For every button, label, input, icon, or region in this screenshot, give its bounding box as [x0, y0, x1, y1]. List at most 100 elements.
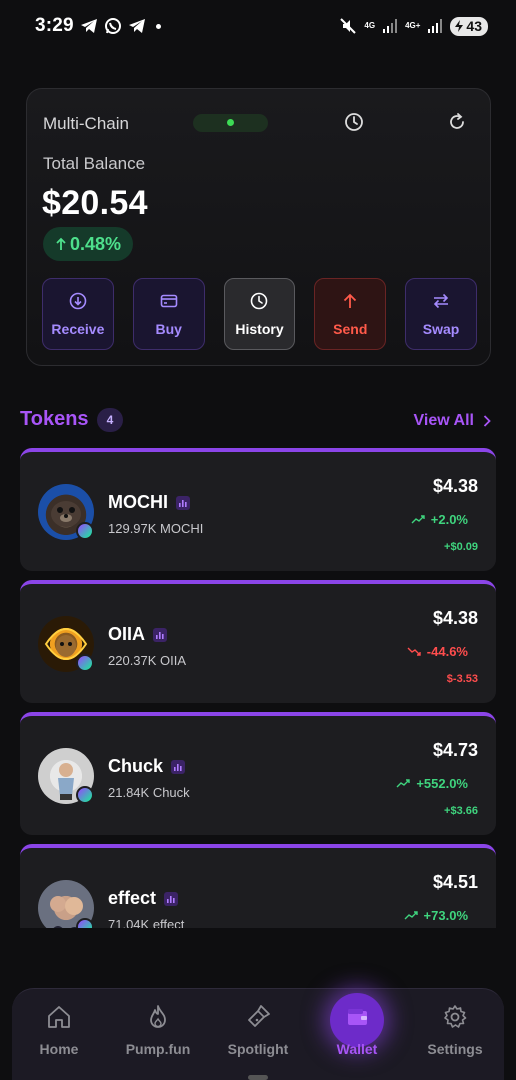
mute-icon — [340, 18, 357, 34]
home-icon — [48, 1006, 70, 1028]
receive-button[interactable]: Receive — [42, 278, 114, 350]
trend-up-icon — [411, 515, 425, 524]
token-quantity: 129.97K MOCHI — [108, 521, 204, 536]
token-quantity: 71.04K effect — [108, 917, 185, 928]
token-change-percent: -44.6% — [407, 644, 468, 659]
token-change-percent-label: +2.0% — [430, 512, 468, 527]
token-list: MOCHI 129.97K MOCHI $4.38 +2.0% +$0.09 O… — [20, 448, 496, 928]
arrow-down-circle-icon — [69, 292, 87, 310]
wallet-icon — [348, 1009, 367, 1025]
swap-button[interactable]: Swap — [405, 278, 477, 350]
telegram-icon — [128, 19, 145, 33]
token-change-amount: $-3.53 — [446, 673, 478, 685]
trend-up-icon — [396, 779, 411, 788]
token-value: $4.38 — [432, 608, 478, 628]
balance-change-badge: 0.48% — [43, 227, 133, 261]
signal-icon — [428, 19, 443, 33]
flame-icon — [150, 1005, 166, 1028]
arrow-up-icon — [56, 237, 66, 250]
nav-wallet[interactable]: Wallet — [312, 1003, 402, 1057]
trend-up-icon — [404, 911, 418, 920]
token-row-oiia[interactable]: OIIA 220.37K OIIA $4.38 -44.6% $-3.53 — [20, 580, 496, 703]
buy-label: Buy — [155, 321, 182, 337]
bottom-navigation: Home Pump.fun Spotlight Wallet Settings — [12, 988, 504, 1080]
token-name: effect — [108, 888, 179, 909]
send-button[interactable]: Send — [314, 278, 387, 350]
nav-spotlight-label: Spotlight — [227, 1041, 289, 1057]
swap-icon — [433, 293, 449, 309]
token-quantity: 21.84K Chuck — [108, 785, 190, 800]
token-quantity: 220.37K OIIA — [108, 653, 187, 668]
token-change-percent-label: +552.0% — [416, 776, 468, 791]
chart-bars-icon[interactable] — [153, 627, 168, 642]
token-value: $4.51 — [432, 872, 478, 892]
receive-label: Receive — [51, 321, 105, 337]
wallet-actions: Receive Buy History Send Swap — [42, 278, 477, 350]
token-name: MOCHI — [108, 492, 190, 513]
nav-pump-fun[interactable]: Pump.fun — [113, 1003, 203, 1057]
history-button[interactable]: History — [223, 278, 296, 350]
send-label: Send — [333, 321, 368, 337]
nav-spotlight[interactable]: Spotlight — [213, 1003, 303, 1057]
token-change-amount: +$0.09 — [444, 541, 478, 553]
swap-label: Swap — [422, 321, 460, 337]
nav-home-label: Home — [39, 1041, 79, 1057]
chart-bars-icon[interactable] — [171, 759, 186, 774]
network-status-pill — [193, 114, 268, 132]
wallet-summary-card: Multi-Chain Total Balance $20.54 0.48% R… — [26, 88, 491, 366]
network-label-1: 4G — [364, 21, 376, 30]
nav-wallet-label: Wallet — [336, 1041, 378, 1057]
token-name: OIIA — [108, 624, 168, 645]
chart-bars-icon[interactable] — [176, 495, 190, 510]
whatsapp-icon — [104, 18, 121, 34]
view-all-label: View All — [413, 412, 474, 429]
tokens-count-badge: 4 — [97, 408, 123, 432]
battery-icon: 43 — [450, 16, 488, 36]
buy-button[interactable]: Buy — [132, 278, 205, 350]
balance-change-value: 0.48% — [69, 233, 122, 254]
token-row-chuck[interactable]: Chuck 21.84K Chuck $4.73 +552.0% +$3.66 — [20, 712, 496, 835]
token-change-percent: +552.0% — [396, 776, 468, 791]
token-name-label: Chuck — [108, 756, 164, 776]
signal-icon — [383, 19, 398, 33]
token-row-effect[interactable]: effect 71.04K effect $4.51 +73.0% — [20, 844, 496, 928]
card-icon — [160, 294, 177, 308]
nav-settings-label: Settings — [427, 1041, 483, 1057]
chart-bars-icon[interactable] — [164, 891, 179, 906]
chain-selector[interactable]: Multi-Chain — [43, 114, 129, 134]
token-name-label: effect — [108, 888, 157, 908]
dot-icon — [155, 23, 161, 29]
nav-home[interactable]: Home — [14, 1003, 104, 1057]
history-label: History — [235, 321, 284, 337]
solana-chain-icon — [76, 654, 94, 672]
token-change-percent: +2.0% — [411, 512, 468, 527]
token-change-amount: +$3.66 — [444, 805, 478, 817]
network-label-2: 4G+ — [405, 21, 421, 30]
total-balance-label: Total Balance — [43, 154, 146, 173]
token-value: $4.73 — [432, 740, 478, 760]
token-row-mochi[interactable]: MOCHI 129.97K MOCHI $4.38 +2.0% +$0.09 — [20, 448, 496, 571]
token-name-label: OIIA — [108, 624, 146, 644]
token-change-percent-label: -44.6% — [426, 644, 468, 659]
solana-chain-icon — [76, 786, 94, 804]
token-name-label: MOCHI — [108, 492, 168, 512]
status-dot-icon — [227, 119, 234, 126]
solana-chain-icon — [76, 522, 94, 540]
refresh-icon[interactable] — [446, 111, 468, 133]
clock-icon[interactable] — [343, 111, 365, 133]
total-balance-value: $20.54 — [42, 184, 148, 222]
battery-level: 43 — [466, 18, 482, 34]
token-value: $4.38 — [432, 476, 478, 496]
home-indicator[interactable] — [248, 1075, 268, 1080]
status-time: 3:29 — [35, 15, 74, 36]
clock-icon — [251, 292, 268, 310]
gear-icon — [444, 1005, 467, 1028]
status-bar: 3:29 4G 4G+ 43 — [0, 0, 516, 52]
token-change-percent: +73.0% — [404, 908, 468, 923]
nav-settings[interactable]: Settings — [410, 1003, 500, 1057]
token-change-percent-label: +73.0% — [423, 908, 468, 923]
chevron-right-icon — [483, 415, 491, 427]
flashlight-icon — [248, 1005, 270, 1027]
view-all-link[interactable]: View All — [414, 412, 491, 430]
nav-pump-fun-label: Pump.fun — [125, 1041, 191, 1057]
